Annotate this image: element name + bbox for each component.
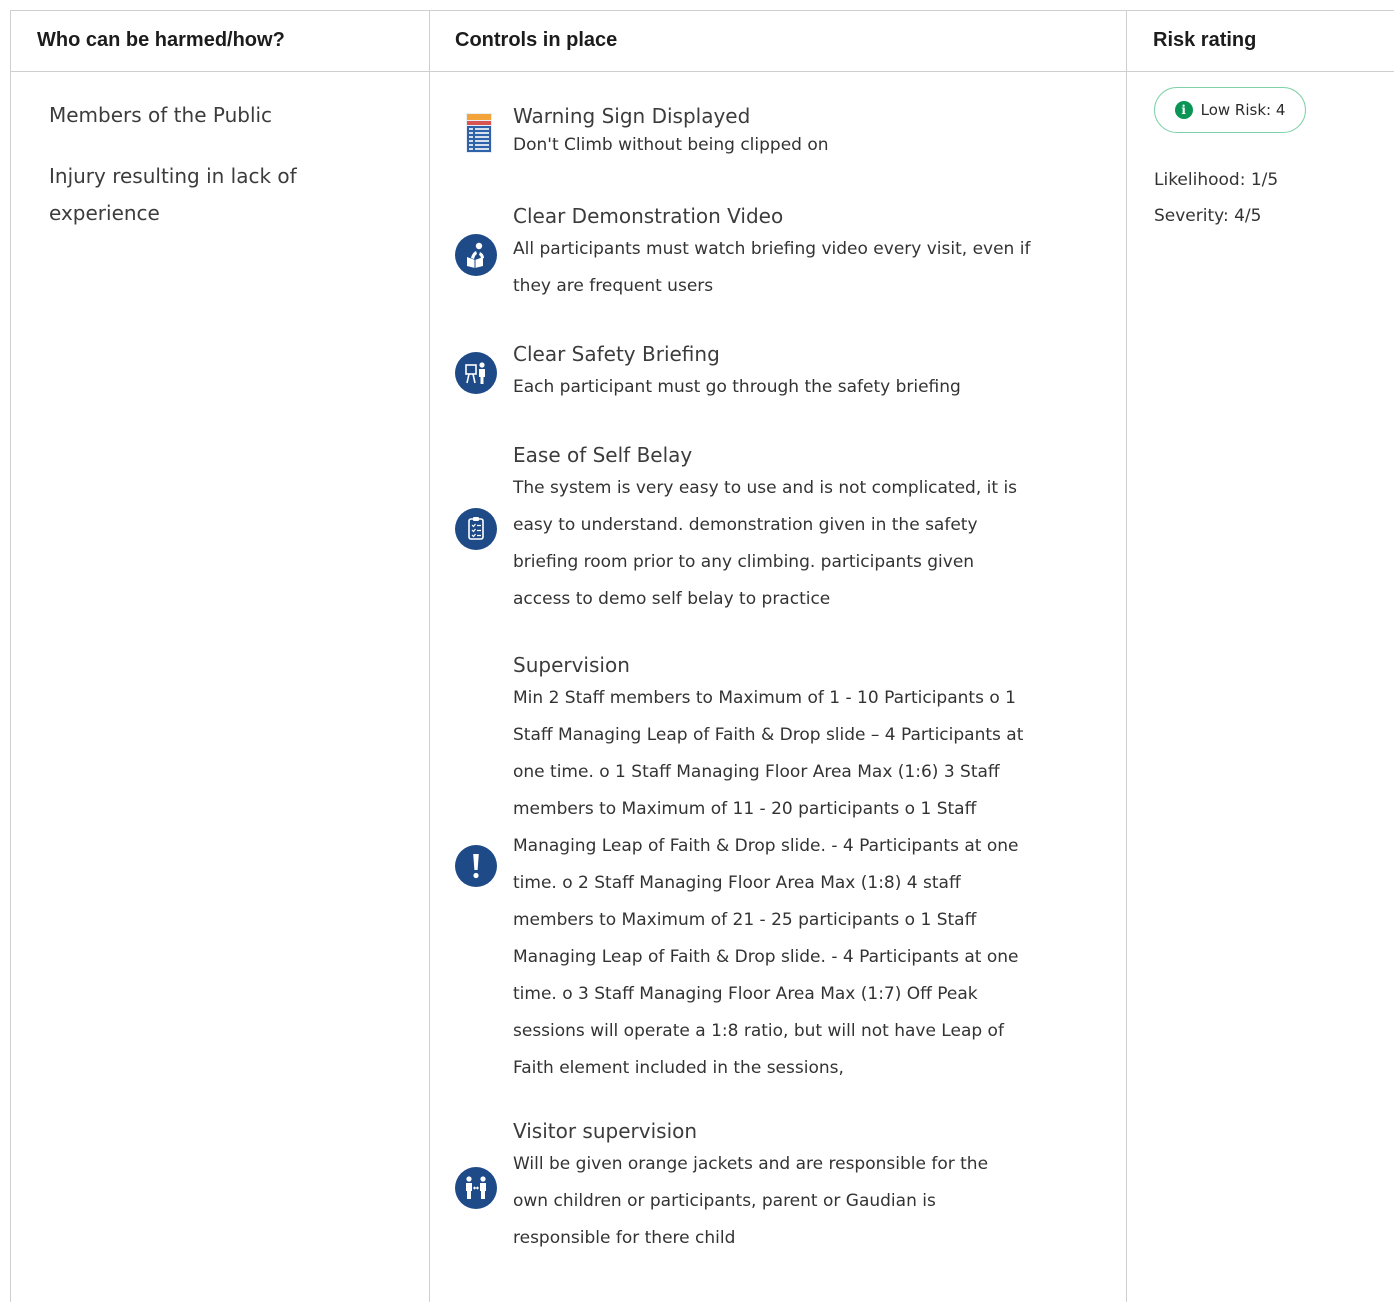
control-description: responsible for there child	[513, 1228, 736, 1248]
likelihood-value: Likelihood: 1/5	[1154, 170, 1279, 190]
control-description: members to Maximum of 21 - 25 participan…	[513, 910, 977, 930]
harmed-group: Members of the Public	[49, 103, 273, 127]
control-item: Warning Sign Displayed Don't Climb witho…	[513, 103, 1093, 164]
control-description: members to Maximum of 11 - 20 participan…	[513, 799, 977, 819]
control-description: All participants must watch briefing vid…	[513, 239, 1031, 259]
control-description: Min 2 Staff members to Maximum of 1 - 10…	[513, 688, 1016, 708]
control-item: Clear Demonstration Video All participan…	[513, 203, 1093, 305]
control-title: Clear Demonstration Video	[513, 204, 784, 228]
risk-rating-label: Low Risk: 4	[1200, 101, 1286, 119]
exclamation-icon	[455, 845, 497, 887]
control-description: easy to understand. demonstration given …	[513, 515, 978, 535]
column-divider	[429, 11, 430, 1302]
control-title: Supervision	[513, 653, 630, 677]
clipboard-checklist-icon	[455, 508, 497, 550]
two-people-distance-icon	[455, 1167, 497, 1209]
control-description: Faith element included in the sessions,	[513, 1058, 844, 1078]
severity-value: Severity: 4/5	[1154, 206, 1262, 226]
control-item: Visitor supervision Will be given orange…	[513, 1118, 1093, 1257]
control-description: one time. o 1 Staff Managing Floor Area …	[513, 762, 1000, 782]
risk-rating-badge[interactable]: i Low Risk: 4	[1154, 87, 1306, 133]
control-description: Managing Leap of Faith & Drop slide. - 4…	[513, 947, 1019, 967]
control-description: time. o 3 Staff Managing Floor Area Max …	[513, 984, 978, 1004]
header-who: Who can be harmed/how?	[37, 29, 285, 51]
control-description: Don't Climb without being clipped on	[513, 135, 829, 155]
control-description: Each participant must go through the saf…	[513, 377, 961, 397]
control-item: Supervision Min 2 Staff members to Maxim…	[513, 652, 1093, 1087]
control-description: they are frequent users	[513, 276, 714, 296]
control-description: access to demo self belay to practice	[513, 589, 831, 609]
control-description: Will be given orange jackets and are res…	[513, 1154, 989, 1174]
control-title: Ease of Self Belay	[513, 443, 693, 467]
control-description: The system is very easy to use and is no…	[513, 478, 1018, 498]
control-item: Ease of Self Belay The system is very ea…	[513, 442, 1093, 618]
control-description: own children or participants, parent or …	[513, 1191, 936, 1211]
info-icon: i	[1174, 101, 1193, 119]
control-description: Staff Managing Leap of Faith & Drop slid…	[513, 725, 1024, 745]
control-title: Warning Sign Displayed	[513, 104, 751, 128]
control-title: Clear Safety Briefing	[513, 342, 720, 366]
header-risk: Risk rating	[1153, 29, 1257, 51]
control-description: sessions will operate a 1:8 ratio, but w…	[513, 1021, 1004, 1041]
control-description: Managing Leap of Faith & Drop slide. - 4…	[513, 836, 1019, 856]
briefing-presenter-icon	[455, 352, 497, 394]
column-divider	[1126, 11, 1127, 1302]
header-controls: Controls in place	[455, 29, 618, 51]
table-header: Who can be harmed/how? Controls in place…	[11, 11, 1394, 72]
harm-description-line: experience	[49, 201, 160, 225]
control-description: briefing room prior to any climbing. par…	[513, 552, 975, 572]
harm-description-line: Injury resulting in lack of	[49, 164, 297, 188]
read-instructions-icon	[455, 234, 497, 276]
control-item: Clear Safety Briefing Each participant m…	[513, 341, 1093, 406]
warning-sign-image-icon	[466, 113, 492, 153]
control-title: Visitor supervision	[513, 1119, 698, 1143]
control-description: time. o 2 Staff Managing Floor Area Max …	[513, 873, 961, 893]
